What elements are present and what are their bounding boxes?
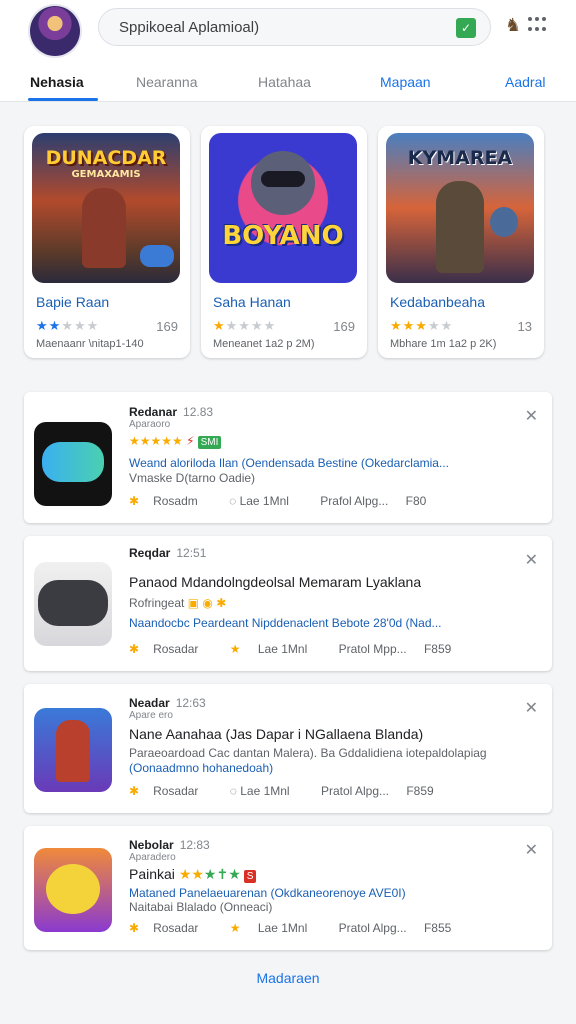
character-figure	[82, 188, 126, 268]
featured-name: Kedabanbeaha	[390, 294, 485, 310]
character-figure	[56, 720, 90, 782]
art-title: KYMAREA	[407, 147, 513, 169]
controller-icon	[42, 442, 104, 482]
app-title: Nebolar 12:83	[129, 838, 210, 852]
app-icon	[34, 708, 112, 792]
app-icon	[34, 848, 112, 932]
app-developer: (Oonaadmno hohanedoah)	[129, 761, 274, 775]
price-label: F859	[406, 784, 434, 798]
tab-nearanna[interactable]: Nearanna	[136, 74, 198, 90]
controller-icon	[38, 580, 108, 626]
close-icon[interactable]: ✕	[525, 840, 538, 860]
active-tab-indicator	[28, 98, 98, 101]
status-badge: SMI	[197, 436, 222, 449]
size-label: ★ Lae 1Mnl	[229, 642, 308, 656]
close-icon[interactable]: ✕	[525, 698, 538, 718]
more-link[interactable]: Madaraen	[0, 970, 576, 986]
featured-meta: Mbhare 1m 1a2 p 2K)	[390, 338, 497, 350]
price-label: F859	[423, 642, 452, 656]
app-description: Naandocbc Peardeant Nipddenaclent Bebote…	[129, 616, 442, 630]
app-footer: ✱ Rosadar ◌ Lae 1Mnl Pratol Alpg... F859	[129, 784, 448, 798]
app-footer: ✱ Rosadar ★ Lae 1Mnl Pratol Alpg... F855	[129, 921, 465, 935]
size-label: ◌ Lae 1Mnl	[229, 784, 290, 798]
publisher-label: Pratol Alpg...	[320, 784, 393, 798]
app-icon	[34, 562, 112, 646]
avatar[interactable]	[30, 6, 80, 56]
size-label: ★ Lae 1Mnl	[229, 921, 308, 935]
review-count: 169	[156, 319, 178, 334]
publisher-label: Pratol Alpg...	[338, 921, 410, 935]
list-item[interactable]: Neadar 12:63 Apare ero Nane Aanahaa (Jas …	[24, 684, 552, 813]
tab-nehasia[interactable]: Nehasia	[30, 74, 84, 90]
art-title: BOYANO	[222, 221, 344, 251]
download-label: ✱ Rosadar	[129, 784, 199, 798]
art-subtitle: GEMAXAMIS	[71, 169, 141, 180]
status-badge: S	[243, 870, 257, 883]
size-label: ◌ Lae 1Mnl	[229, 494, 289, 508]
download-label: ✱ Rosadar	[129, 921, 199, 935]
top-bar: Sppikoeal Aplamioal) ✓ ♞	[0, 0, 576, 60]
controller-icon	[140, 245, 174, 267]
app-title: Redanar 12.83	[129, 405, 214, 419]
app-developer: Naitabai Blalado (Onneaci)	[129, 900, 273, 914]
character-figure	[46, 864, 100, 914]
featured-name: Bapie Raan	[36, 294, 110, 310]
featured-card[interactable]: KYMAREA Kedabanbeaha ★★★★★ 13 Mbhare 1m …	[378, 126, 544, 358]
tab-hatahaa[interactable]: Hatahaa	[258, 74, 311, 90]
app-footer: ✱ Rosadar ★ Lae 1Mnl Pratol Mpp... F859	[129, 642, 465, 656]
app-title: Neadar 12:63	[129, 696, 206, 710]
search-bar[interactable]: Sppikoeal Aplamioal) ✓	[98, 8, 491, 46]
verified-icon[interactable]: ✓	[456, 18, 476, 38]
app-developer: Rofringeat ▣ ◉ ✱	[129, 596, 227, 610]
app-headline: Painkai ★★★✝★ S	[129, 866, 257, 883]
game-art: BOYANO	[209, 133, 357, 283]
featured-meta: Maenaanr \nitap1-140	[36, 338, 144, 350]
star-rating: ★★★★★	[390, 318, 454, 333]
art-title: DUNACDAR	[45, 147, 167, 169]
featured-card[interactable]: BOYANO Saha Hanan ★★★★★ 169 Meneanet 1a2…	[201, 126, 367, 358]
app-icon	[34, 422, 112, 506]
app-description: Mataned Panelaeuarenan (Okdkaneorenoye A…	[129, 886, 406, 900]
app-category: Apare ero	[129, 710, 173, 721]
publisher-label: Pratol Mpp...	[338, 642, 410, 656]
character-figure	[436, 181, 484, 273]
featured-meta: Meneanet 1a2 p 2M)	[213, 338, 315, 350]
app-headline: Panaod Mdandolngdeolsal Memaram Lyaklana	[129, 574, 422, 590]
tab-mapaan[interactable]: Mapaan	[380, 74, 431, 90]
character-mask	[261, 171, 305, 187]
featured-name: Saha Hanan	[213, 294, 291, 310]
list-item[interactable]: Redanar 12.83 Aparaoro ★★★★★ ⚡ SMI Weand a…	[24, 392, 552, 523]
rating-row: ★★★★★ ⚡ SMI	[129, 434, 222, 449]
star-rating: ★★★★★	[213, 318, 277, 333]
close-icon[interactable]: ✕	[525, 406, 538, 426]
app-footer: ✱ Rosadm ◌ Lae 1Mnl Prafol Alpg... F80	[129, 494, 440, 508]
publisher-label: Prafol Alpg...	[320, 494, 392, 508]
featured-card[interactable]: DUNACDAR GEMAXAMIS Bapie Raan ★★★★★ 169 …	[24, 126, 190, 358]
app-description: Weand aloriloda Ilan (Oendensada Bestine…	[129, 456, 449, 470]
list-item[interactable]: Reqdar 12:51 Panaod Mdandolngdeolsal Mema…	[24, 536, 552, 671]
game-art: KYMAREA	[386, 133, 534, 283]
game-art: DUNACDAR GEMAXAMIS	[32, 133, 180, 283]
review-count: 13	[517, 319, 532, 334]
app-title: Reqdar 12:51	[129, 546, 207, 560]
review-count: 169	[333, 319, 355, 334]
download-label: ✱ Rosadm	[129, 494, 198, 508]
apps-grid-icon[interactable]	[528, 17, 546, 33]
person-icon[interactable]: ♞	[505, 14, 523, 36]
search-input[interactable]: Sppikoeal Aplamioal)	[119, 19, 259, 36]
price-label: F80	[405, 494, 427, 508]
app-category: Aparaoro	[129, 419, 171, 430]
download-label: ✱ Rosadar	[129, 642, 199, 656]
close-icon[interactable]: ✕	[525, 550, 538, 570]
tab-aadral[interactable]: Aadral	[505, 74, 545, 90]
price-label: F855	[423, 921, 452, 935]
app-category: Aparadero	[129, 852, 176, 863]
shield-icon	[490, 207, 518, 237]
app-headline: Nane Aanahaa (Jas Dapar i NGallaena Blan…	[129, 726, 424, 742]
tab-bar: Nehasia Nearanna Hatahaa Mapaan Aadral	[0, 60, 576, 102]
app-description: Paraeoardoad Cac dantan Malera). Ba Gdda…	[129, 746, 487, 760]
list-item[interactable]: Nebolar 12:83 Aparadero Painkai ★★★✝★ S Ma…	[24, 826, 552, 950]
app-developer: Vmaske D(tarno Oadie)	[129, 471, 256, 485]
star-rating: ★★★★★	[36, 318, 100, 333]
